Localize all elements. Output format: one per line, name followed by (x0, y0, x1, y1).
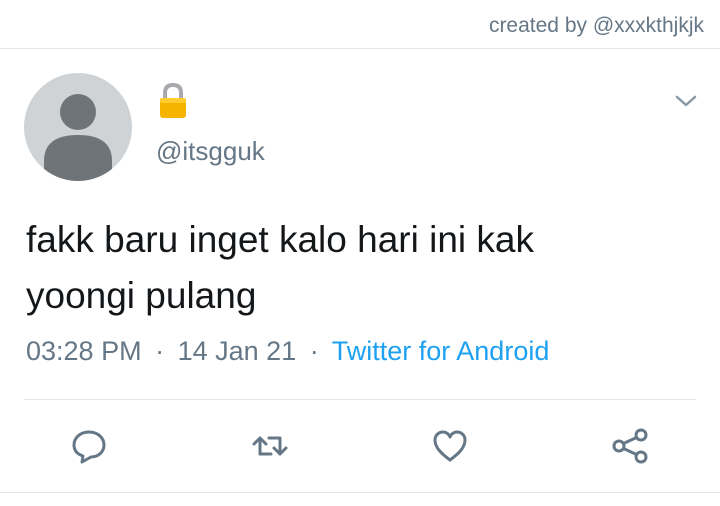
like-button[interactable] (428, 424, 472, 468)
meta-separator: · (309, 336, 319, 366)
tweet-meta: 03:28 PM · 14 Jan 21 · Twitter for Andro… (26, 336, 549, 367)
credit-bar: created by @xxxkthjkjk (0, 0, 720, 49)
retweet-button[interactable] (248, 424, 292, 468)
share-icon (612, 428, 648, 464)
tweet-actions (0, 400, 720, 492)
tweet-date[interactable]: 14 Jan 21 (178, 336, 297, 366)
tweet-time: 03:28 PM (26, 336, 142, 366)
meta-separator: · (155, 336, 165, 366)
divider (0, 492, 720, 493)
retweet-icon (252, 436, 288, 456)
credit-text: created by @xxxkthjkjk (488, 14, 704, 37)
tweet-text-line: yoongi pulang (26, 275, 257, 316)
chevron-down-icon[interactable] (673, 91, 699, 111)
share-button[interactable] (608, 424, 652, 468)
like-icon (433, 430, 467, 462)
lock-icon (158, 82, 188, 120)
user-handle[interactable]: @itsgguk (156, 136, 265, 167)
reply-icon (72, 430, 106, 464)
tweet-source-link[interactable]: Twitter for Android (332, 336, 550, 366)
default-avatar-icon (44, 94, 112, 181)
tweet-text: fakk baru inget kalo hari ini kak yoongi… (26, 212, 686, 324)
tweet-text-line: fakk baru inget kalo hari ini kak (26, 219, 534, 260)
avatar[interactable] (24, 73, 132, 181)
reply-button[interactable] (67, 424, 111, 468)
